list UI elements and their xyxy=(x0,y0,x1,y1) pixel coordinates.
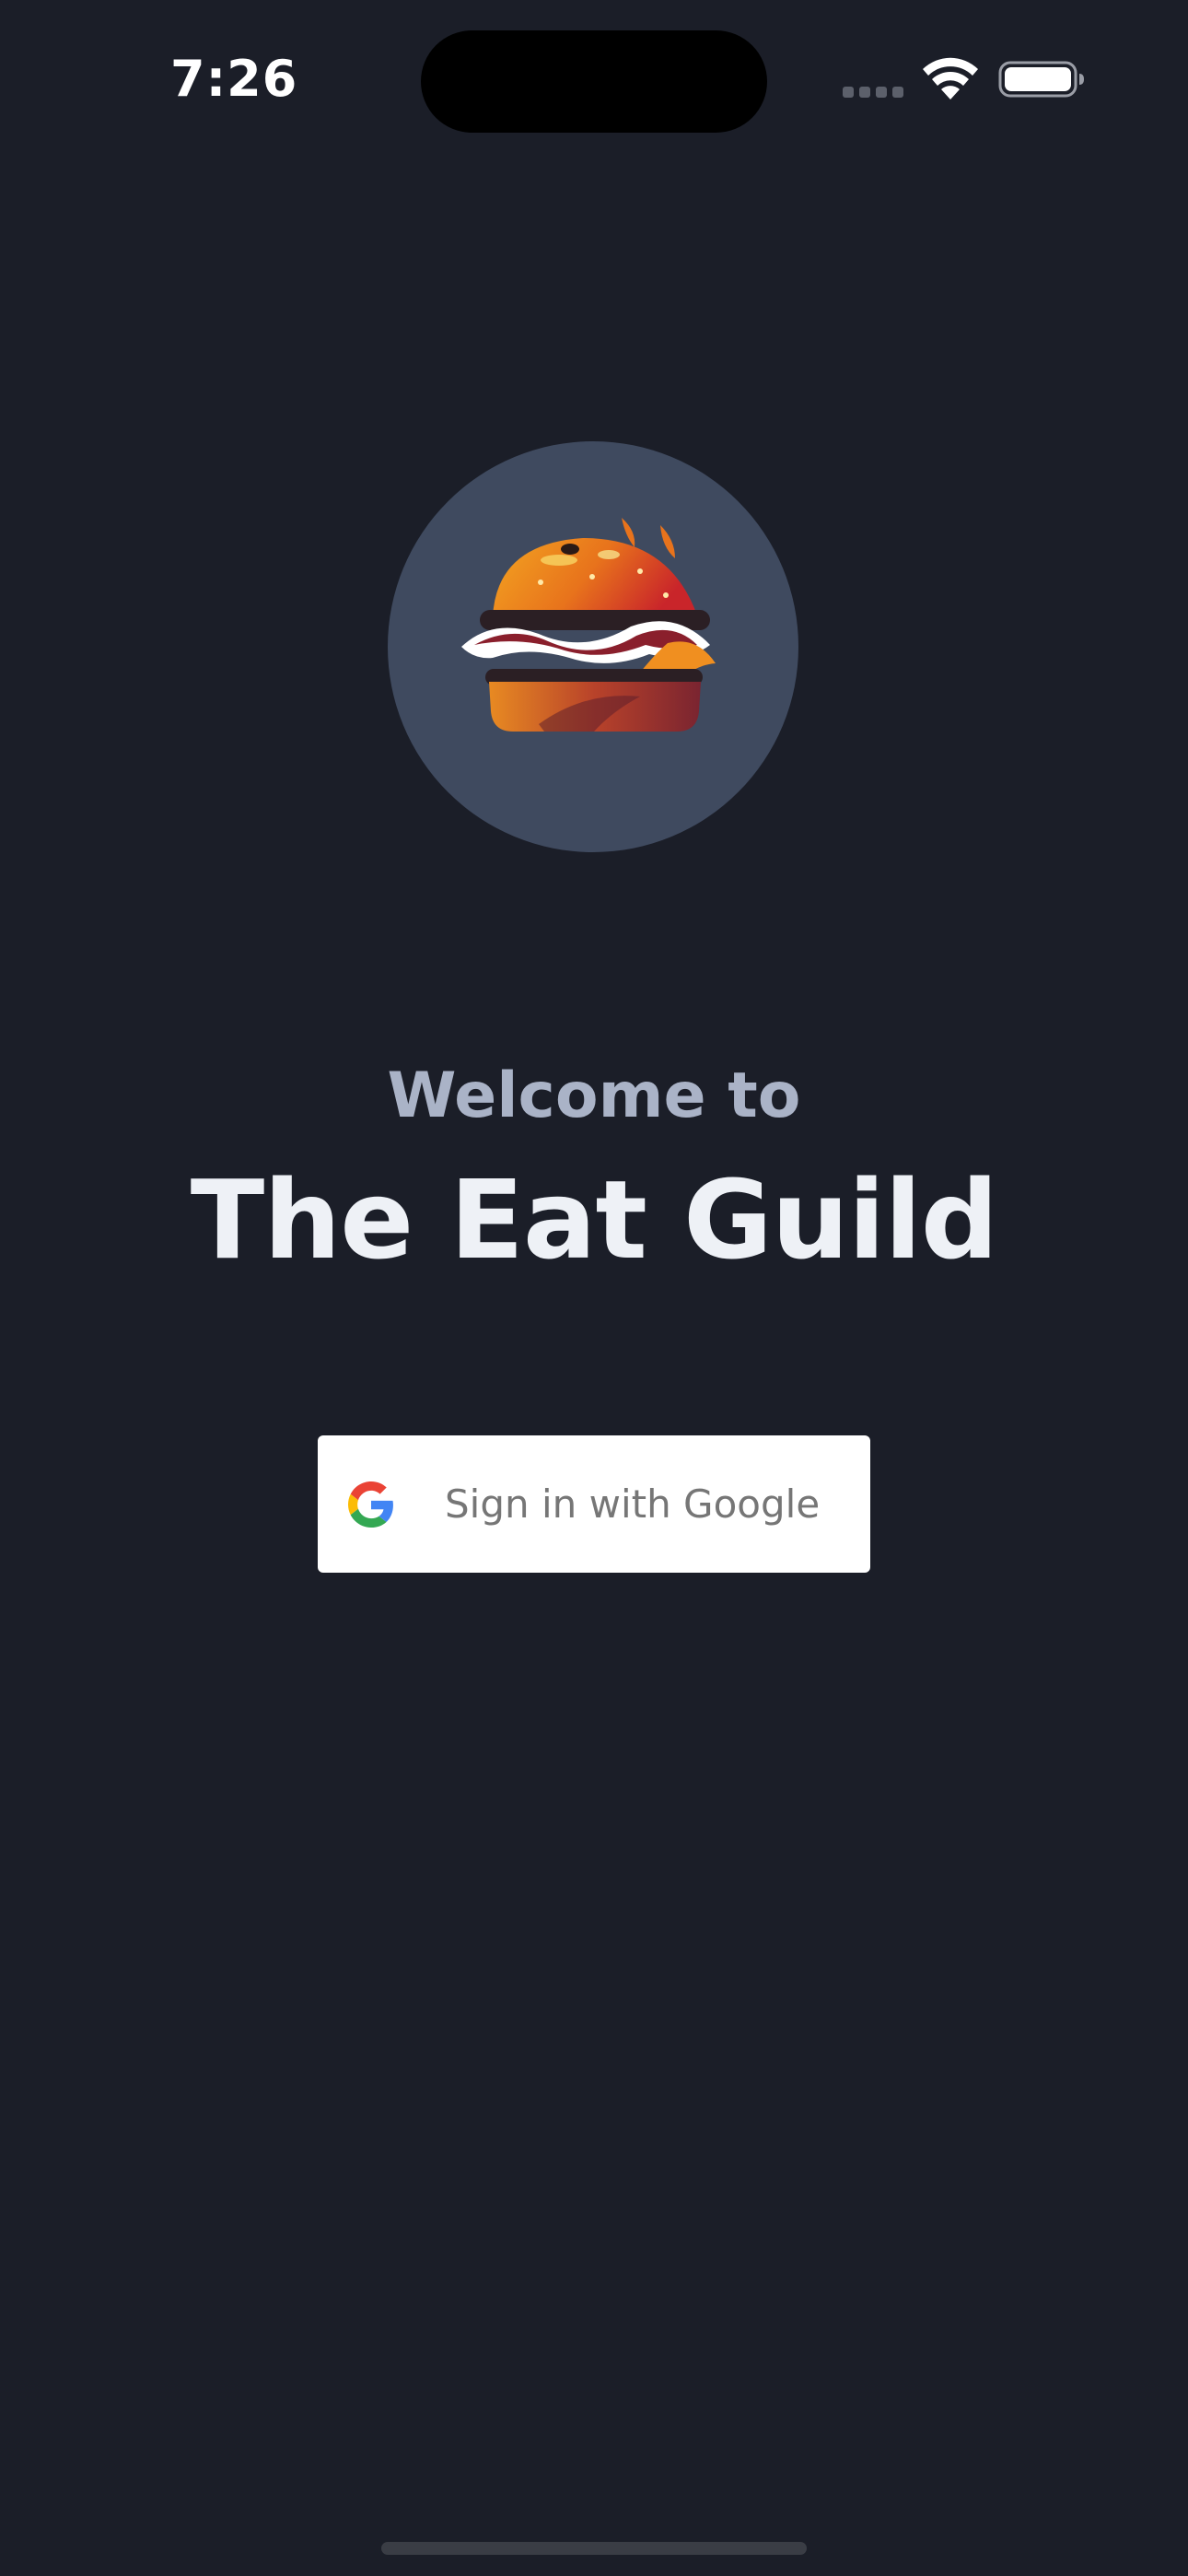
app-title: The Eat Guild xyxy=(190,1156,999,1283)
dynamic-island xyxy=(421,30,767,133)
login-screen: 7:26 Welcome to The Eat Guild Sign in wi… xyxy=(0,0,1188,2576)
status-time: 7:26 xyxy=(170,50,298,108)
home-indicator[interactable] xyxy=(381,2542,807,2555)
welcome-subtitle: Welcome to xyxy=(387,1060,801,1132)
google-sign-in-button[interactable]: Sign in with Google xyxy=(318,1435,870,1573)
google-icon xyxy=(348,1481,393,1528)
wifi-icon xyxy=(923,57,978,100)
burger-icon xyxy=(461,518,716,732)
google-sign-in-label: Sign in with Google xyxy=(445,1481,821,1527)
battery-icon xyxy=(998,61,1084,98)
cellular-signal-icon xyxy=(843,87,905,98)
